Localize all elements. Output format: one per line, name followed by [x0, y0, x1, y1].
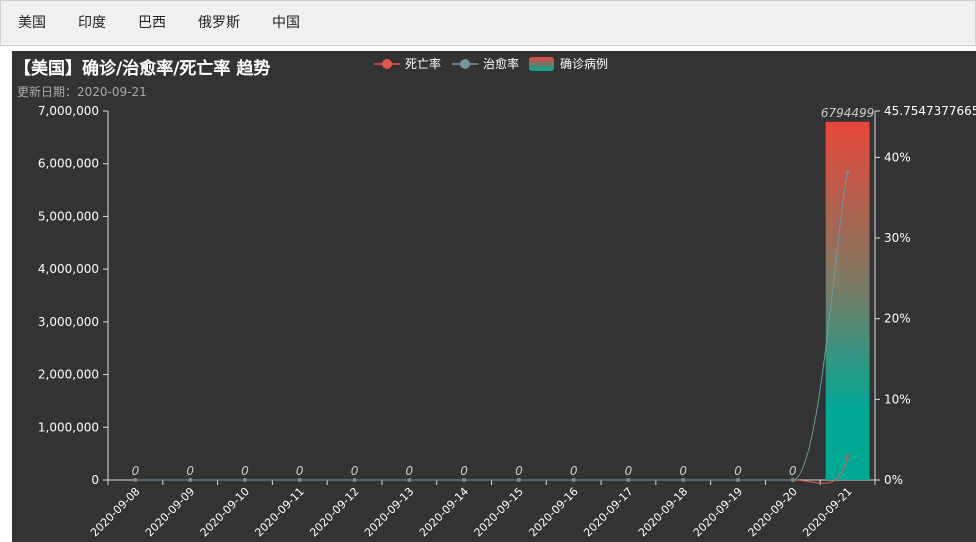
tab-usa[interactable]: 美国: [18, 1, 46, 45]
y-right-tick-label: 10%: [884, 392, 911, 406]
point-death-rate: [845, 454, 850, 459]
tab-china[interactable]: 中国: [272, 1, 300, 45]
point-cure-rate: [188, 478, 193, 482]
bar-value-label: 0: [241, 464, 249, 478]
country-tab-bar: 美国 印度 巴西 俄罗斯 中国: [0, 0, 976, 46]
y-left-tick-label: 6,000,000: [38, 157, 99, 171]
point-cure-rate: [462, 478, 467, 482]
x-tick-label: 2020-09-20: [746, 485, 800, 539]
y-right-tick-label: 40%: [884, 150, 911, 164]
point-cure-rate: [352, 478, 357, 482]
tab-russia[interactable]: 俄罗斯: [198, 1, 240, 45]
tab-brazil[interactable]: 巴西: [138, 1, 166, 45]
bar-value-label: 0: [734, 464, 742, 478]
y-right-tick-label: 0%: [884, 473, 903, 487]
point-cure-rate: [845, 170, 850, 175]
bar-value-label: 0: [132, 464, 140, 478]
y-left-tick-label: 2,000,000: [38, 368, 99, 382]
point-cure-rate: [242, 478, 247, 482]
bar-value-label: 0: [570, 464, 578, 478]
tab-india[interactable]: 印度: [78, 1, 106, 45]
x-tick-label: 2020-09-18: [636, 485, 690, 539]
bar-value-label: 0: [789, 464, 797, 478]
bar-value-label: 0: [679, 464, 687, 478]
bar-confirmed: [825, 121, 870, 481]
x-tick-label: 2020-09-12: [307, 485, 361, 539]
point-cure-rate: [516, 478, 521, 482]
y-left-tick-label: 0: [91, 473, 99, 487]
x-tick-label: 2020-09-08: [88, 485, 142, 539]
bar-value-label: 0: [296, 464, 304, 478]
x-tick-label: 2020-09-17: [581, 485, 635, 539]
bar-value-label: 0: [460, 464, 468, 478]
bar-value-label: 0: [515, 464, 523, 478]
y-right-max-label: 45.7547377665: [884, 104, 976, 118]
x-tick-label: 2020-09-14: [417, 485, 471, 539]
x-tick-label: 2020-09-19: [691, 485, 745, 539]
point-cure-rate: [790, 478, 795, 482]
point-cure-rate: [681, 478, 686, 482]
point-cure-rate: [407, 478, 412, 482]
x-tick-label: 2020-09-15: [472, 485, 526, 539]
point-cure-rate: [571, 478, 576, 482]
point-cure-rate: [133, 478, 138, 482]
y-left-tick-label: 7,000,000: [38, 104, 99, 118]
y-left-tick-label: 5,000,000: [38, 209, 99, 223]
x-tick-label: 2020-09-16: [526, 485, 580, 539]
x-tick-label: 2020-09-21: [800, 485, 854, 539]
point-cure-rate: [297, 478, 302, 482]
bar-value-label: 0: [406, 464, 414, 478]
x-tick-label: 2020-09-13: [362, 485, 416, 539]
chart-panel: 【美国】确诊/治愈率/死亡率 趋势 更新日期：2020-09-21 死亡率 治愈…: [12, 51, 976, 542]
y-right-tick-label: 20%: [884, 312, 911, 326]
point-cure-rate: [736, 478, 741, 482]
y-right-tick-label: 30%: [884, 231, 911, 245]
x-tick-label: 2020-09-11: [252, 485, 306, 539]
bar-value-label: 0: [351, 464, 359, 478]
x-tick-label: 2020-09-10: [198, 485, 252, 539]
y-left-tick-label: 4,000,000: [38, 262, 99, 276]
y-left-tick-label: 3,000,000: [38, 315, 99, 329]
y-left-tick-label: 1,000,000: [38, 420, 99, 434]
x-tick-label: 2020-09-09: [143, 485, 197, 539]
line-cure-rate: [135, 172, 849, 481]
point-cure-rate: [626, 478, 631, 482]
bar-value-label: 0: [186, 464, 194, 478]
bar-value-label: 0: [625, 464, 633, 478]
bar-value-label: 6794499: [821, 106, 874, 120]
chart-plot-area: 0 1,000,000 2,000,000 3,000,000 4,000,000 5,0…: [38, 104, 976, 539]
